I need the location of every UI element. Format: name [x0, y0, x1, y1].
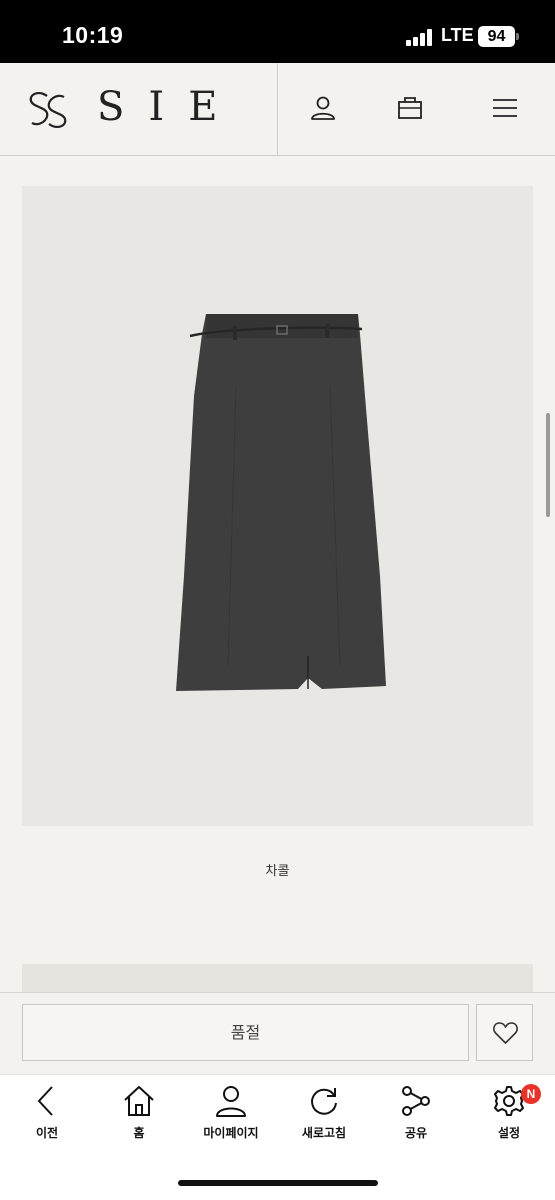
nav-share-label: 공유 [404, 1126, 428, 1140]
skirt-image [176, 314, 386, 691]
soldout-button[interactable]: 품절 [22, 1004, 469, 1061]
nav-back[interactable]: 이전 [2, 1080, 92, 1146]
nav-settings[interactable]: N 설정 [464, 1080, 554, 1146]
home-indicator[interactable] [178, 1180, 378, 1186]
network-type: LTE [441, 25, 474, 45]
nav-mypage-label: 마이페이지 [203, 1126, 259, 1140]
menu-icon[interactable] [490, 93, 520, 123]
back-icon [37, 1086, 53, 1116]
nav-home[interactable]: 홈 [94, 1080, 184, 1146]
logo-text[interactable]: SIE [97, 84, 241, 130]
share-icon [402, 1086, 430, 1116]
nav-refresh[interactable]: 새로고침 [279, 1080, 369, 1146]
person-icon [216, 1086, 246, 1117]
nav-home-label: 홈 [133, 1126, 145, 1140]
nav-back-label: 이전 [35, 1126, 59, 1140]
status-bar: 10:19 LTE 94 [0, 0, 555, 63]
battery-icon: 94 [478, 26, 515, 47]
header-divider [277, 63, 278, 156]
home-icon [124, 1086, 154, 1116]
scrollbar[interactable] [546, 413, 550, 517]
status-time: 10:19 [62, 22, 124, 48]
logo-mark-icon[interactable] [27, 90, 69, 130]
battery-tip [516, 33, 519, 40]
heart-icon [493, 1022, 518, 1044]
nav-mypage[interactable]: 마이페이지 [186, 1080, 276, 1146]
nav-settings-label: 설정 [497, 1126, 521, 1140]
account-icon[interactable] [308, 93, 338, 123]
nav-refresh-label: 새로고침 [301, 1126, 347, 1140]
signal-icon [406, 29, 434, 46]
notification-badge: N [521, 1084, 541, 1104]
product-image[interactable] [22, 186, 533, 826]
nav-share[interactable]: 공유 [371, 1080, 461, 1146]
refresh-icon [311, 1088, 337, 1115]
shopping-bag-icon[interactable] [395, 93, 425, 123]
battery-level: 94 [487, 28, 506, 45]
color-label: 차콜 [265, 864, 290, 879]
wishlist-button[interactable] [476, 1004, 533, 1061]
